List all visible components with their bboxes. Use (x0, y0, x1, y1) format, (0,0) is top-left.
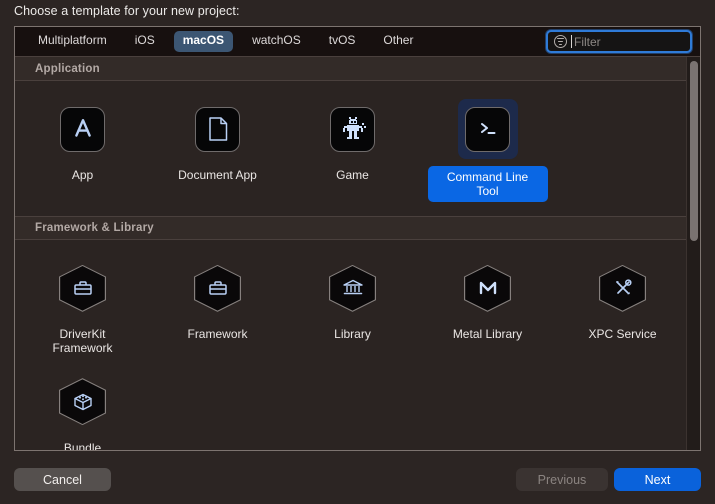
game-sprite-icon (330, 106, 375, 152)
filter-placeholder: Filter (574, 34, 601, 49)
tools-hex-icon (599, 264, 646, 312)
dialog-footer: Cancel Previous Next (0, 462, 715, 504)
section-header-framework-library: Framework & Library (15, 216, 700, 241)
filter-icon (554, 35, 567, 48)
template-item-label: Framework (187, 327, 248, 342)
icon-holder (188, 99, 248, 159)
cancel-button[interactable]: Cancel (14, 468, 111, 491)
previous-button[interactable]: Previous (516, 468, 608, 491)
template-item-label: DriverKit Framework (52, 327, 113, 356)
tab-tvos[interactable]: tvOS (320, 31, 365, 52)
template-item-document-app[interactable]: Document App (150, 95, 285, 212)
template-item-label: Game (336, 168, 369, 182)
tab-multiplatform[interactable]: Multiplatform (29, 31, 116, 52)
template-item-app[interactable]: App (15, 95, 150, 212)
template-item-label: Library (334, 327, 371, 342)
vertical-scrollbar[interactable] (686, 57, 700, 450)
icon-holder (53, 372, 113, 432)
text-caret (571, 35, 572, 48)
icon-holder (458, 258, 518, 318)
icon-holder (593, 258, 653, 318)
template-item-library[interactable]: Library (285, 254, 420, 367)
template-item-command-line-tool[interactable]: Command Line Tool (420, 95, 555, 212)
template-item-game[interactable]: Game (285, 95, 420, 212)
tab-watchos[interactable]: watchOS (243, 31, 310, 52)
template-item-framework[interactable]: Framework (150, 254, 285, 367)
template-chooser-panel: Multiplatform iOS macOS watchOS tvOS Oth… (14, 26, 701, 451)
template-grid-framework-library: DriverKit Framework Framework Library Me… (15, 240, 700, 450)
toolbox-hex-icon (59, 264, 106, 312)
template-item-bundle[interactable]: Bundle (15, 368, 150, 450)
icon-holder (53, 99, 113, 159)
bank-hex-icon (329, 264, 376, 312)
document-icon (195, 106, 240, 152)
icon-holder (53, 258, 113, 318)
template-item-label: Bundle (63, 440, 102, 450)
metal-hex-icon (464, 264, 511, 312)
app-store-icon (60, 106, 105, 152)
template-item-label: App (71, 168, 94, 182)
template-grid-application: App Document App Game Command Line Tool (15, 81, 700, 216)
icon-holder (323, 258, 383, 318)
cube-hex-icon (59, 378, 106, 426)
page-title: Choose a template for your new project: (14, 4, 240, 18)
platform-tab-bar: Multiplatform iOS macOS watchOS tvOS Oth… (15, 27, 700, 57)
tab-macos[interactable]: macOS (173, 31, 234, 52)
template-item-metal-library[interactable]: Metal Library (420, 254, 555, 367)
tab-other[interactable]: Other (374, 31, 422, 52)
toolbox-hex-icon (194, 264, 241, 312)
tab-ios[interactable]: iOS (126, 31, 164, 52)
icon-holder (188, 258, 248, 318)
template-item-xpc-service[interactable]: XPC Service (555, 254, 690, 367)
scrollbar-thumb[interactable] (690, 61, 698, 241)
section-header-application: Application (15, 57, 700, 81)
icon-holder (323, 99, 383, 159)
template-item-label: Command Line Tool (427, 166, 548, 203)
template-item-driverkit-framework[interactable]: DriverKit Framework (15, 254, 150, 367)
template-item-label: Metal Library (452, 327, 523, 342)
icon-holder (457, 99, 518, 159)
template-scroll-area: Application App Document App Game Comman… (15, 57, 700, 450)
template-item-label: XPC Service (588, 327, 657, 342)
terminal-icon (465, 106, 510, 152)
template-item-label: Document App (178, 168, 257, 182)
filter-input[interactable]: Filter (546, 30, 692, 53)
next-button[interactable]: Next (614, 468, 701, 491)
